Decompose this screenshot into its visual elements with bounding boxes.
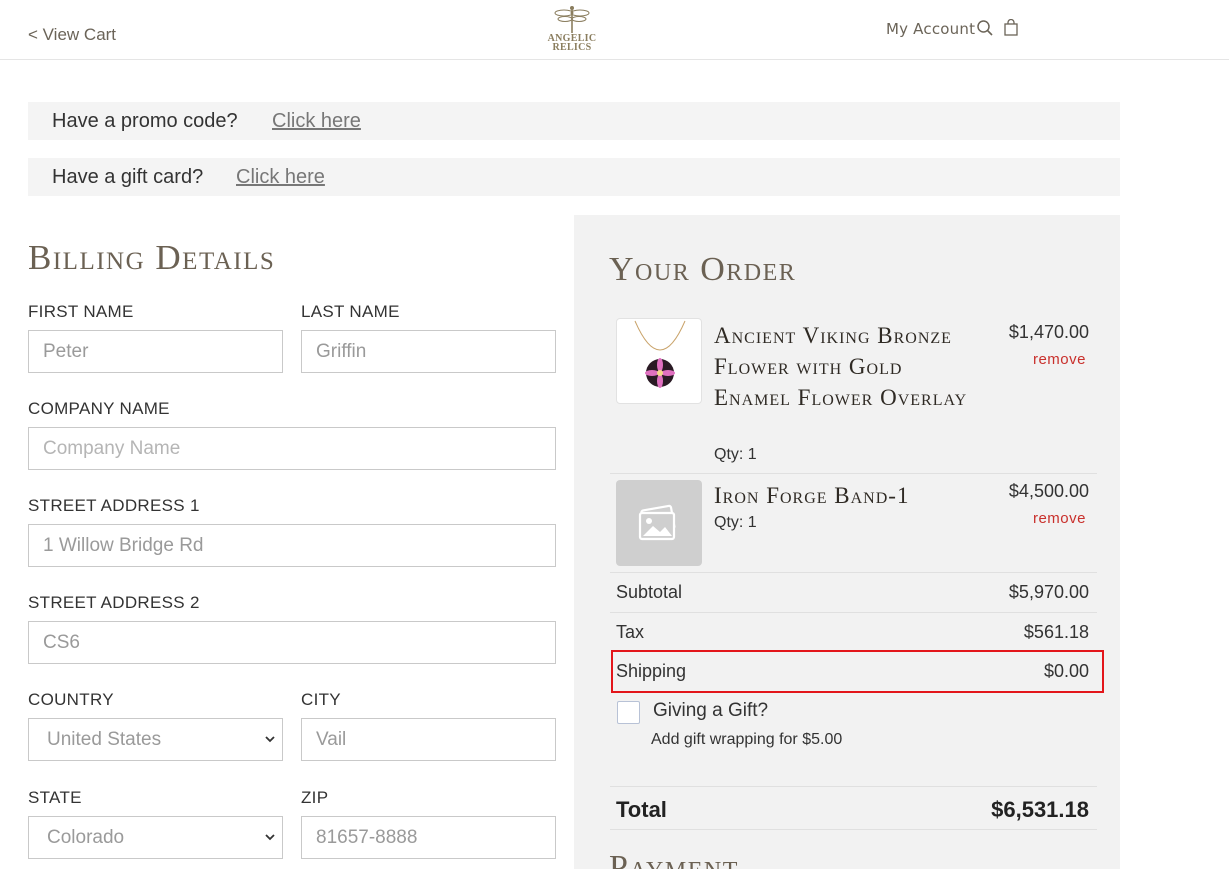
necklace-icon	[634, 320, 686, 388]
street-address-1-field[interactable]: 1 Willow Bridge Rd	[28, 524, 556, 567]
item-qty: Qty: 1	[714, 514, 757, 531]
promo-code-label: Have a promo code?	[52, 110, 238, 132]
country-select[interactable]: United States	[28, 718, 283, 761]
zip-field[interactable]: 81657-8888	[301, 816, 556, 859]
divider	[610, 473, 1097, 474]
payment-title: Payment	[609, 849, 739, 869]
divider	[610, 572, 1097, 573]
dragonfly-icon	[554, 6, 590, 33]
site-header: < View Cart ANGELIC RELICS My Account	[0, 0, 1229, 60]
company-name-label: COMPANY NAME	[28, 399, 170, 418]
order-title: Your Order	[609, 251, 797, 288]
total-label: Total	[616, 797, 667, 822]
state-value: Colorado	[47, 827, 125, 848]
remove-item-link[interactable]: remove	[1033, 351, 1086, 368]
subtotal-value: $5,970.00	[1008, 582, 1089, 602]
search-icon[interactable]	[976, 19, 994, 37]
product-image-necklace[interactable]	[616, 318, 702, 404]
my-account-link[interactable]: My Account	[886, 20, 975, 38]
item-name: Ancient Viking Bronze Flower with Gold E…	[714, 323, 968, 410]
order-summary-panel: Your Order Ancient Viking Bronze Flower …	[574, 215, 1120, 869]
promo-code-link[interactable]: Click here	[272, 110, 361, 133]
chevron-down-icon	[265, 736, 275, 743]
city-label: CITY	[301, 690, 341, 709]
first-name-field[interactable]: Peter	[28, 330, 283, 373]
last-name-field[interactable]: Griffin	[301, 330, 556, 373]
city-field[interactable]: Vail	[301, 718, 556, 761]
order-item: Iron Forge Band-1 Qty: 1 $4,500.00 remov…	[610, 480, 1097, 566]
state-select[interactable]: Colorado	[28, 816, 283, 859]
tax-label: Tax	[616, 622, 645, 642]
divider	[610, 786, 1097, 787]
shipping-value: $0.00	[1043, 661, 1089, 681]
gift-label: Giving a Gift?	[653, 700, 769, 721]
image-placeholder-icon	[638, 504, 676, 541]
item-price: $4,500.00	[1008, 481, 1089, 501]
country-label: COUNTRY	[28, 690, 114, 709]
divider	[610, 612, 1097, 613]
subtotal-label: Subtotal	[616, 582, 683, 602]
zip-label: ZIP	[301, 788, 329, 807]
billing-title: Billing Details	[28, 238, 276, 277]
gift-card-link[interactable]: Click here	[236, 166, 325, 189]
item-name: Iron Forge Band-1	[714, 483, 910, 508]
item-price: $1,470.00	[1008, 322, 1089, 342]
view-cart-link[interactable]: < View Cart	[28, 25, 116, 45]
promo-code-bar: Have a promo code? Click here	[28, 102, 1120, 140]
last-name-label: LAST NAME	[301, 302, 400, 321]
street-address-2-field[interactable]: CS6	[28, 621, 556, 664]
state-label: STATE	[28, 788, 82, 807]
site-logo[interactable]: ANGELIC RELICS	[540, 4, 604, 56]
shipping-label: Shipping	[616, 661, 687, 681]
gift-wrap-note: Add gift wrapping for $5.00	[651, 731, 843, 748]
first-name-label: FIRST NAME	[28, 302, 134, 321]
divider	[610, 829, 1097, 830]
gift-card-bar: Have a gift card? Click here	[28, 158, 1120, 196]
tax-value: $561.18	[1023, 622, 1089, 642]
logo-line-2: RELICS	[552, 42, 592, 53]
remove-item-link[interactable]: remove	[1033, 510, 1086, 527]
total-value: $6,531.18	[991, 797, 1089, 822]
gift-card-label: Have a gift card?	[52, 166, 204, 188]
item-qty: Qty: 1	[714, 446, 757, 463]
street-address-2-label: STREET ADDRESS 2	[28, 593, 200, 612]
company-name-field[interactable]: Company Name	[28, 427, 556, 470]
product-image-placeholder[interactable]	[616, 480, 702, 566]
chevron-down-icon	[265, 834, 275, 841]
country-value: United States	[47, 729, 162, 750]
shopping-bag-icon[interactable]	[1002, 19, 1020, 37]
gift-checkbox[interactable]	[617, 701, 640, 724]
order-item: Ancient Viking Bronze Flower with Gold E…	[610, 318, 1097, 474]
street-address-1-label: STREET ADDRESS 1	[28, 496, 200, 515]
